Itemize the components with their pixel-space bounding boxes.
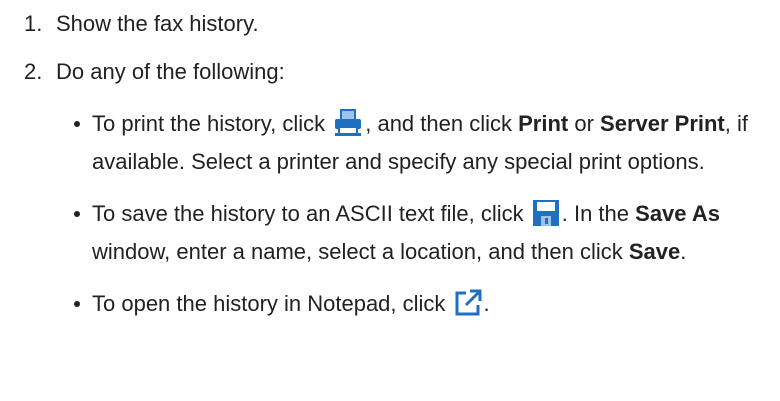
step-number: 1. xyxy=(24,11,43,36)
bullet-dot xyxy=(74,121,80,127)
list-item-save: To save the history to an ASCII text fil… xyxy=(74,198,764,268)
save-icon[interactable] xyxy=(532,199,560,236)
open-external-icon[interactable] xyxy=(454,289,482,326)
bullet-text: . xyxy=(483,291,490,316)
bullet-dot xyxy=(74,301,80,307)
list-item-open: To open the history in Notepad, click . xyxy=(74,288,764,326)
bold-term: Save xyxy=(628,239,681,264)
step-text: Do any of the following: xyxy=(56,59,285,84)
step-2: 2. Do any of the following: xyxy=(24,56,285,88)
bullet-text: window, enter a name, select a location,… xyxy=(92,239,629,264)
bold-term: Server Print xyxy=(600,111,725,136)
print-icon[interactable] xyxy=(333,109,363,146)
step-1: 1. Show the fax history. xyxy=(24,8,259,40)
bullet-text: or xyxy=(568,111,601,136)
bullet-text: To print the history, click xyxy=(92,111,332,136)
bullet-text: . In the xyxy=(561,201,636,226)
bullet-text: . xyxy=(680,239,687,264)
bullet-text: To save the history to an ASCII text fil… xyxy=(92,201,530,226)
step-number: 2. xyxy=(24,59,43,84)
bullet-text: , and then click xyxy=(365,111,519,136)
bullet-dot xyxy=(74,211,80,217)
bold-term: Save As xyxy=(635,201,720,226)
step-text: Show the fax history. xyxy=(56,11,259,36)
bold-term: Print xyxy=(518,111,569,136)
options-list: To print the history, click , and then c… xyxy=(74,108,764,346)
list-item-print: To print the history, click , and then c… xyxy=(74,108,764,178)
bullet-text: To open the history in Notepad, click xyxy=(92,291,452,316)
